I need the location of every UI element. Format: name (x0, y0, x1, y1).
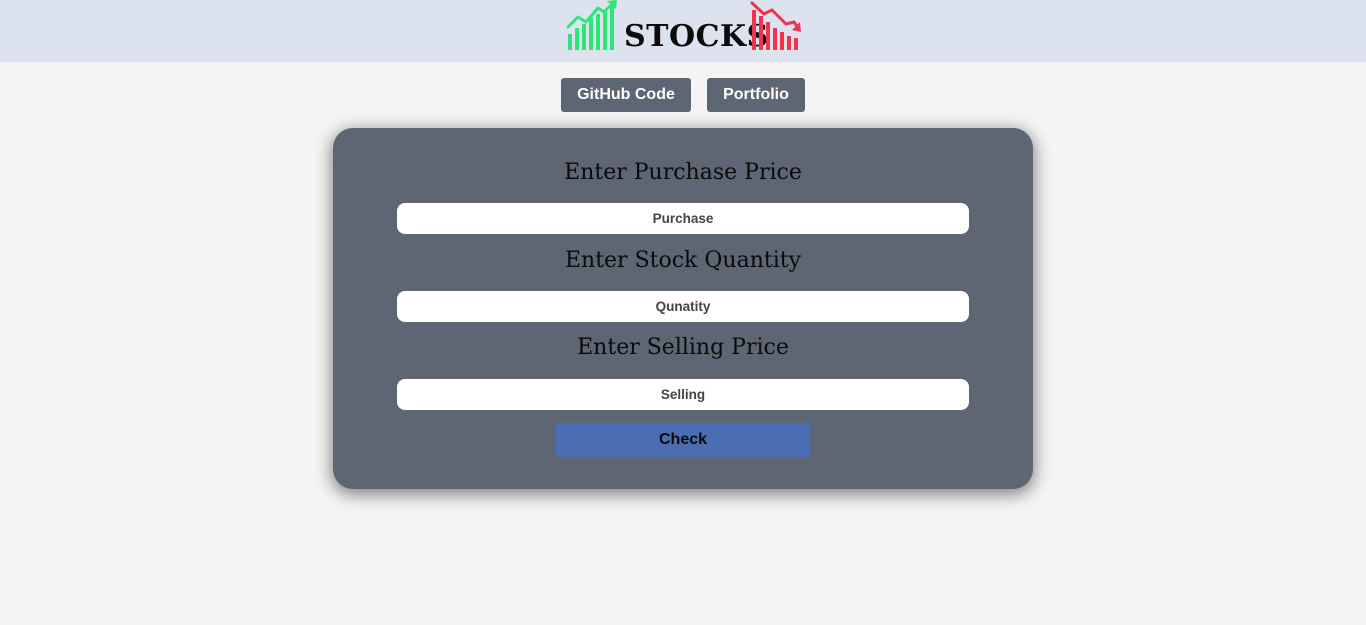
check-button[interactable]: Check (556, 423, 810, 457)
top-nav: GitHub Code Portfolio (0, 78, 1366, 112)
brand-title: STOCKS (624, 19, 769, 54)
stock-quantity-label: Enter Stock Quantity (564, 248, 802, 273)
app-header: STOCKS (0, 0, 1366, 62)
selling-price-label: Enter Selling Price (577, 335, 789, 360)
brand-logo: STOCKS (566, 0, 802, 54)
calculator-card: Enter Purchase Price Enter Stock Quantit… (333, 128, 1033, 489)
stock-quantity-input[interactable] (397, 291, 969, 322)
trending-up-bars-icon (566, 0, 617, 50)
selling-price-input[interactable] (397, 379, 969, 410)
portfolio-button[interactable]: Portfolio (707, 78, 805, 112)
purchase-price-label: Enter Purchase Price (564, 160, 802, 185)
github-code-button[interactable]: GitHub Code (561, 78, 691, 112)
purchase-price-input[interactable] (397, 203, 969, 234)
trending-down-bars-icon (750, 1, 801, 50)
